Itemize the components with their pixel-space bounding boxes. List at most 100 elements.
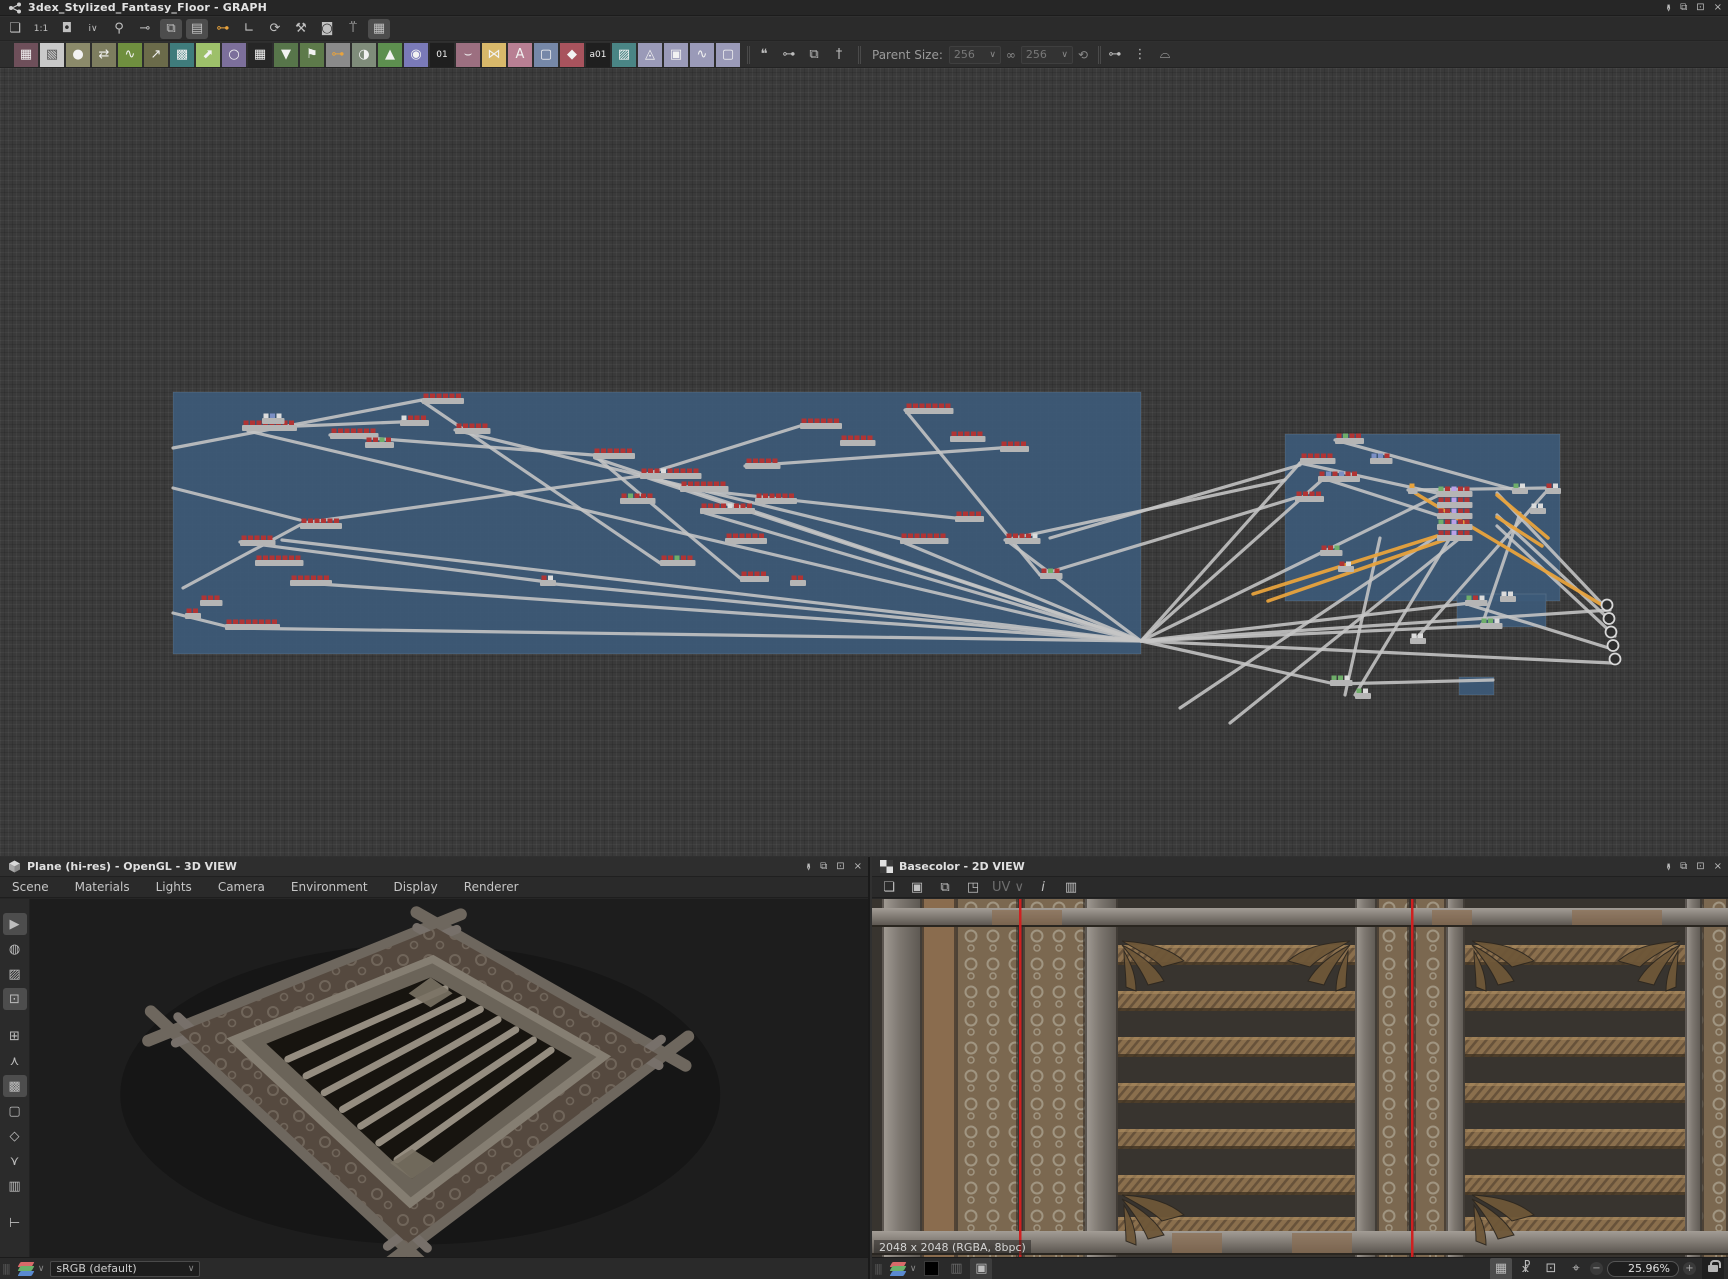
- snap-magnet-button[interactable]: ⌓: [1154, 44, 1176, 66]
- graph-node[interactable]: [745, 463, 781, 469]
- copy-image-icon[interactable]: ⧉: [934, 877, 956, 897]
- curve-node[interactable]: ∿: [118, 43, 142, 67]
- float-icon[interactable]: ⧉: [820, 860, 827, 874]
- pixel-ratio-icon[interactable]: ⌖: [1565, 1258, 1587, 1279]
- grayscale-conversion-node[interactable]: 01: [430, 43, 454, 67]
- graph-node[interactable]: [1355, 693, 1371, 699]
- graph-node[interactable]: [900, 538, 949, 544]
- shape-node[interactable]: ○: [222, 43, 246, 67]
- compute-time-button[interactable]: ⟳: [264, 19, 286, 39]
- axes-icon[interactable]: ⋏: [3, 1050, 27, 1072]
- frame-view-icon[interactable]: ⊡: [1540, 1258, 1562, 1279]
- pin-icon[interactable]: ✒: [800, 862, 814, 870]
- graph-node[interactable]: [950, 436, 986, 442]
- graph-node[interactable]: [1437, 513, 1473, 519]
- drag-handle[interactable]: ||||: [2, 1262, 9, 1275]
- histogram-icon[interactable]: ▥: [1060, 877, 1082, 897]
- graph-node[interactable]: [225, 624, 280, 630]
- snap-grid-button[interactable]: ▦: [368, 19, 390, 39]
- dot-node-button[interactable]: ⊶: [778, 44, 800, 66]
- svg-node[interactable]: ▧: [40, 43, 64, 67]
- graph-node[interactable]: [1338, 566, 1354, 572]
- elbow-connectors-button[interactable]: ∟: [238, 19, 260, 39]
- graph-node[interactable]: [1500, 596, 1516, 602]
- slope-blur-node[interactable]: ⬈: [196, 43, 220, 67]
- pin-icon[interactable]: ✒: [1660, 3, 1674, 11]
- mirror-node[interactable]: ⋈: [482, 43, 506, 67]
- graph-node[interactable]: [955, 516, 984, 522]
- graph-node[interactable]: [1480, 623, 1503, 629]
- info-mode-button[interactable]: i∨: [82, 19, 104, 39]
- fit-actual-icon[interactable]: ☧: [1515, 1258, 1537, 1279]
- graph-node[interactable]: [1437, 502, 1473, 508]
- stats-icon[interactable]: ▥: [3, 1175, 27, 1197]
- output-node[interactable]: [1610, 654, 1621, 665]
- wireframe-icon[interactable]: ⊞: [3, 1025, 27, 1047]
- screenshot-button[interactable]: ◘: [56, 19, 78, 39]
- plane-icon[interactable]: ◇: [3, 1125, 27, 1147]
- scatter-node[interactable]: ⚑: [300, 43, 324, 67]
- menu-environment[interactable]: Environment: [291, 880, 368, 894]
- search-button[interactable]: ⚲: [108, 19, 130, 39]
- stacked-panels-button[interactable]: ▤: [186, 19, 208, 39]
- graph-node[interactable]: [1320, 550, 1343, 556]
- parent-size-height-select[interactable]: 256∨: [1021, 46, 1073, 64]
- info-icon[interactable]: i: [1032, 877, 1054, 897]
- menu-renderer[interactable]: Renderer: [464, 880, 519, 894]
- fxmap-switch-node[interactable]: ▣: [664, 43, 688, 67]
- menu-materials[interactable]: Materials: [75, 880, 130, 894]
- close-icon[interactable]: ×: [1714, 1, 1722, 15]
- close-icon[interactable]: ×: [854, 860, 862, 874]
- graph-node[interactable]: [1465, 600, 1488, 606]
- export-image-icon[interactable]: ◳: [962, 877, 984, 897]
- clean-button[interactable]: ⍡: [342, 19, 364, 39]
- tiling-grid-icon[interactable]: ▦: [1490, 1258, 1512, 1279]
- cells-node[interactable]: ▨: [612, 43, 636, 67]
- bitmap-node[interactable]: ▦: [14, 43, 38, 67]
- output-node[interactable]: [1606, 627, 1617, 638]
- float-icon[interactable]: ⧉: [1680, 1, 1687, 15]
- uv-select[interactable]: UV ∨: [990, 877, 1026, 897]
- graph-node[interactable]: [290, 580, 332, 586]
- menu-scene[interactable]: Scene: [12, 880, 49, 894]
- 3d-view-header[interactable]: Plane (hi-res) - OpenGL - 3D VIEW ✒ ⧉ ⊡ …: [0, 857, 868, 877]
- link-creation-button[interactable]: ⊸: [134, 19, 156, 39]
- graph-node[interactable]: [755, 498, 797, 504]
- channels-icon[interactable]: ▥: [945, 1258, 967, 1279]
- maximize-icon[interactable]: ⊡: [1696, 1, 1704, 15]
- graph-node[interactable]: [840, 440, 876, 446]
- comment-button[interactable]: ❝: [753, 44, 775, 66]
- graph-node[interactable]: [400, 420, 429, 426]
- gradient-map-node[interactable]: ▼: [274, 43, 298, 67]
- fxmap-iterate-node[interactable]: ∿: [690, 43, 714, 67]
- graph-node[interactable]: [640, 473, 702, 479]
- output-node[interactable]: [1608, 640, 1619, 651]
- levels-node[interactable]: ▲: [378, 43, 402, 67]
- graph-node[interactable]: [905, 408, 954, 414]
- graph-node[interactable]: [300, 523, 342, 529]
- graph-node[interactable]: [540, 580, 556, 586]
- blend-node[interactable]: ◑: [352, 43, 376, 67]
- zoom-in-button[interactable]: +: [1683, 1262, 1696, 1275]
- graph-node[interactable]: [200, 600, 223, 606]
- portal-node-button[interactable]: ⧉: [803, 44, 825, 66]
- graph-node[interactable]: [790, 580, 806, 586]
- text-node[interactable]: A: [508, 43, 532, 67]
- graph-node[interactable]: [1437, 535, 1473, 541]
- fxmap-paramset-node[interactable]: ▢: [716, 43, 740, 67]
- graph-node[interactable]: [620, 498, 656, 504]
- reset-size-icon[interactable]: ⟲: [1078, 48, 1088, 62]
- graph-node[interactable]: [255, 560, 304, 566]
- distance-node[interactable]: ▩: [170, 43, 194, 67]
- camera-icon[interactable]: ▶: [3, 913, 27, 935]
- pin-icon[interactable]: ✒: [1660, 862, 1674, 870]
- tile-generator-node[interactable]: ▦: [248, 43, 272, 67]
- graph-node[interactable]: [1335, 438, 1364, 444]
- zoom-1-1-button[interactable]: 1:1: [30, 19, 52, 39]
- value-processor-node[interactable]: a01: [586, 43, 610, 67]
- graph-node[interactable]: [740, 576, 769, 582]
- link-wh-icon[interactable]: ∞: [1006, 48, 1016, 62]
- graph-node[interactable]: [262, 418, 285, 424]
- menu-lights[interactable]: Lights: [156, 880, 192, 894]
- graph-node[interactable]: [1512, 488, 1528, 494]
